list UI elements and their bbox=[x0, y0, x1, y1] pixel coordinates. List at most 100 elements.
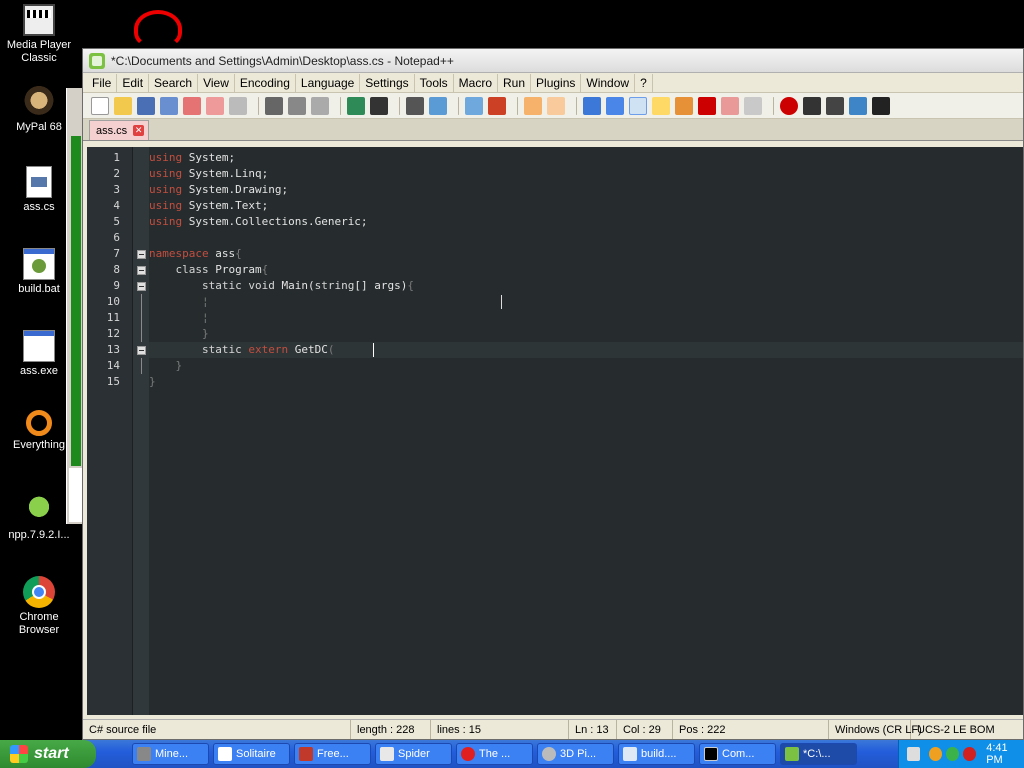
replace-icon[interactable] bbox=[429, 96, 447, 115]
menu-macro[interactable]: Macro bbox=[454, 73, 499, 92]
start-button[interactable]: start bbox=[0, 740, 96, 768]
task-label: Free... bbox=[317, 748, 349, 760]
desktop-icon-media-player[interactable]: Media Player Classic bbox=[0, 4, 78, 65]
quick-launch bbox=[102, 743, 128, 765]
folder-workspace-icon[interactable] bbox=[721, 96, 739, 115]
menu-edit[interactable]: Edit bbox=[117, 73, 150, 92]
code-line: namespace ass{ bbox=[149, 247, 242, 260]
menu-window[interactable]: Window bbox=[581, 73, 636, 92]
search-tray-icon[interactable] bbox=[929, 747, 943, 761]
task-3d-pinball[interactable]: 3D Pi... bbox=[537, 743, 614, 765]
line-number: 12 bbox=[106, 327, 120, 340]
menu-language[interactable]: Language bbox=[296, 73, 361, 92]
save-all-icon[interactable] bbox=[160, 96, 178, 115]
menu-search[interactable]: Search bbox=[149, 73, 199, 92]
task-label: Com... bbox=[722, 748, 755, 760]
text-caret bbox=[373, 343, 374, 357]
toolbar-separator bbox=[399, 96, 400, 115]
code-line: using System.Linq; bbox=[149, 167, 269, 180]
line-number: 15 bbox=[106, 375, 120, 388]
windows-flag-icon bbox=[10, 745, 28, 763]
menu-view[interactable]: View bbox=[198, 73, 235, 92]
status-bar: C# source file length : 228 lines : 15 L… bbox=[83, 719, 1023, 739]
paste-icon[interactable] bbox=[311, 96, 329, 115]
cmd-icon bbox=[704, 747, 718, 761]
copy-icon[interactable] bbox=[288, 96, 306, 115]
task-label: Solitaire bbox=[236, 748, 276, 760]
code-line: } bbox=[149, 375, 156, 388]
status-length: length : 228 bbox=[351, 720, 431, 739]
task-build[interactable]: build.... bbox=[618, 743, 695, 765]
shield-tray-icon[interactable] bbox=[963, 747, 977, 761]
menu-encoding[interactable]: Encoding bbox=[235, 73, 296, 92]
close-file-icon[interactable] bbox=[183, 96, 201, 115]
status-lines: lines : 15 bbox=[431, 720, 569, 739]
close-all-icon[interactable] bbox=[206, 96, 224, 115]
code-editor[interactable]: 1 2 3 4 5 6 7 8 9 10 11 12 13 14 15 usin… bbox=[87, 147, 1023, 715]
toolbar-separator bbox=[517, 96, 518, 115]
save-macro-icon[interactable] bbox=[872, 96, 890, 115]
undo-icon[interactable] bbox=[347, 96, 365, 115]
task-minesweeper[interactable]: Mine... bbox=[132, 743, 209, 765]
menu-run[interactable]: Run bbox=[498, 73, 532, 92]
notepadpp-app-icon bbox=[89, 52, 105, 69]
tab-bar: ass.cs ✕ bbox=[83, 119, 1023, 141]
line-number: 9 bbox=[113, 279, 120, 292]
close-tab-icon[interactable]: ✕ bbox=[133, 125, 145, 136]
fold-toggle-icon[interactable] bbox=[136, 265, 146, 275]
zoom-out-icon[interactable] bbox=[488, 96, 506, 115]
window-title: *C:\Documents and Settings\Admin\Desktop… bbox=[111, 53, 454, 68]
doc-map-icon[interactable] bbox=[675, 96, 693, 115]
udl-icon[interactable] bbox=[652, 96, 670, 115]
play-macro-icon[interactable] bbox=[826, 96, 844, 115]
open-file-icon[interactable] bbox=[114, 96, 132, 115]
new-file-icon[interactable] bbox=[91, 96, 109, 115]
desktop-icon-chrome[interactable]: Chrome Browser bbox=[0, 576, 78, 637]
network-tray-icon[interactable] bbox=[946, 747, 960, 761]
save-icon[interactable] bbox=[137, 96, 155, 115]
function-list-icon[interactable] bbox=[698, 96, 716, 115]
task-label: *C:\... bbox=[803, 748, 831, 760]
record-macro-icon[interactable] bbox=[780, 96, 798, 115]
title-bar[interactable]: *C:\Documents and Settings\Admin\Desktop… bbox=[83, 49, 1023, 73]
menu-tools[interactable]: Tools bbox=[415, 73, 454, 92]
task-notepadpp[interactable]: *C:\... bbox=[780, 743, 857, 765]
indent-guide-icon[interactable] bbox=[629, 96, 647, 115]
line-number: 6 bbox=[113, 231, 120, 244]
code-line-current: static extern GetDC( bbox=[149, 342, 1023, 358]
status-eol[interactable]: Windows (CR LF) bbox=[829, 720, 922, 739]
tab-ass-cs[interactable]: ass.cs ✕ bbox=[89, 120, 150, 140]
sync-horizontal-icon[interactable] bbox=[547, 96, 565, 115]
show-all-chars-icon[interactable] bbox=[606, 96, 624, 115]
task-freecell[interactable]: Free... bbox=[294, 743, 371, 765]
menu-settings[interactable]: Settings bbox=[360, 73, 415, 92]
task-hearts[interactable]: The ... bbox=[456, 743, 533, 765]
menu-plugins[interactable]: Plugins bbox=[531, 73, 582, 92]
monitoring-icon[interactable] bbox=[744, 96, 762, 115]
fold-toggle-icon[interactable] bbox=[136, 345, 146, 355]
code-area[interactable]: using System; using System.Linq; using S… bbox=[149, 147, 1023, 715]
print-icon[interactable] bbox=[229, 96, 247, 115]
fold-toggle-icon[interactable] bbox=[136, 249, 146, 259]
task-label: 3D Pi... bbox=[560, 748, 597, 760]
code-line: using System.Text; bbox=[149, 199, 269, 212]
menu-help[interactable]: ? bbox=[635, 73, 653, 92]
stop-macro-icon[interactable] bbox=[803, 96, 821, 115]
cut-icon[interactable] bbox=[265, 96, 283, 115]
zoom-in-icon[interactable] bbox=[465, 96, 483, 115]
find-icon[interactable] bbox=[406, 96, 424, 115]
status-col: Col : 29 bbox=[617, 720, 673, 739]
keyboard-icon[interactable] bbox=[907, 747, 920, 761]
fold-toggle-icon[interactable] bbox=[136, 281, 146, 291]
clock[interactable]: 4:41 PM bbox=[986, 742, 1024, 766]
task-spider[interactable]: Spider bbox=[375, 743, 452, 765]
sync-vertical-icon[interactable] bbox=[524, 96, 542, 115]
run-macro-multiple-icon[interactable] bbox=[849, 96, 867, 115]
redo-icon[interactable] bbox=[370, 96, 388, 115]
task-command-prompt[interactable]: Com... bbox=[699, 743, 776, 765]
task-solitaire[interactable]: Solitaire bbox=[213, 743, 290, 765]
menu-file[interactable]: File bbox=[87, 73, 118, 92]
word-wrap-icon[interactable] bbox=[583, 96, 601, 115]
status-encoding[interactable]: UCS-2 LE BOM bbox=[911, 720, 1001, 739]
